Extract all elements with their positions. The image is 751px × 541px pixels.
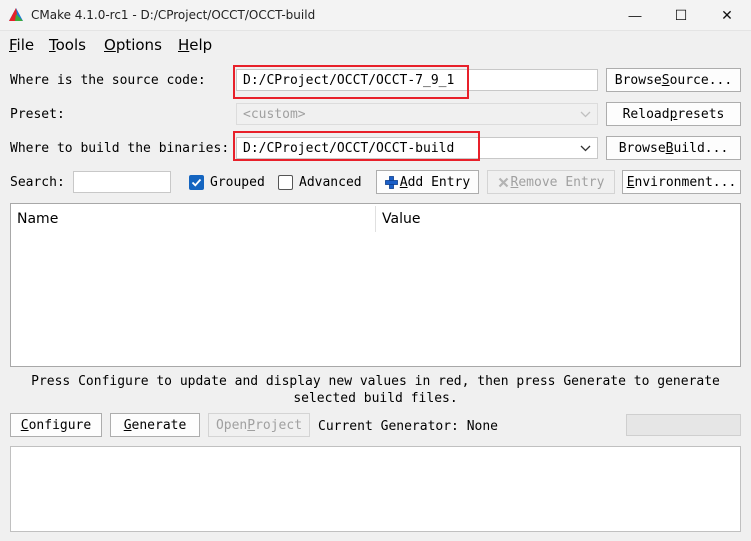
close-button[interactable]: ✕ — [704, 0, 750, 31]
menu-options[interactable]: Options — [104, 36, 162, 54]
grouped-checkbox[interactable] — [189, 175, 204, 190]
advanced-label[interactable]: Advanced — [299, 175, 362, 190]
menu-file[interactable]: File — [9, 36, 34, 54]
column-header-value[interactable]: Value — [382, 211, 420, 227]
menu-tools[interactable]: Tools — [49, 36, 86, 54]
build-highlight-box — [233, 131, 480, 161]
plus-icon — [384, 175, 398, 189]
source-highlight-box — [233, 65, 469, 99]
preset-value: <custom> — [243, 107, 306, 122]
configure-button[interactable]: Configure — [10, 413, 102, 437]
checkmark-icon — [191, 178, 202, 187]
column-divider[interactable] — [375, 206, 376, 232]
status-message-line-2: selected build files. — [293, 391, 458, 406]
build-label: Where to build the binaries: — [10, 141, 230, 156]
current-generator-label: Current Generator: None — [318, 419, 499, 434]
maximize-button[interactable]: ☐ — [658, 0, 704, 31]
chevron-down-icon[interactable] — [580, 145, 591, 152]
preset-select[interactable]: <custom> — [236, 103, 598, 125]
grouped-label[interactable]: Grouped — [210, 175, 265, 190]
add-entry-button[interactable]: Add Entry — [376, 170, 479, 194]
chevron-down-icon — [580, 111, 591, 118]
remove-entry-button[interactable]: Remove Entry — [487, 170, 615, 194]
reload-presets-button[interactable]: Reload p resets — [606, 102, 741, 126]
search-label: Search: — [10, 175, 65, 190]
table-header: Name Value — [11, 204, 740, 234]
generate-button[interactable]: Generate — [110, 413, 200, 437]
advanced-checkbox[interactable] — [278, 175, 293, 190]
preset-label: Preset: — [10, 107, 65, 122]
environment-button[interactable]: Environment... — [622, 170, 741, 194]
menu-bar: File Tools Options Help — [0, 32, 751, 58]
maximize-icon: ☐ — [674, 7, 688, 24]
search-input[interactable] — [73, 171, 171, 193]
open-project-button[interactable]: Open Project — [208, 413, 310, 437]
menu-help[interactable]: Help — [178, 36, 212, 54]
output-log[interactable] — [10, 446, 741, 532]
column-header-name[interactable]: Name — [17, 211, 58, 227]
close-icon: ✕ — [721, 7, 733, 24]
remove-icon — [498, 177, 508, 187]
source-label: Where is the source code: — [10, 73, 206, 88]
minimize-button[interactable]: — — [612, 0, 658, 31]
cmake-logo-icon — [9, 8, 23, 21]
cache-table[interactable]: Name Value — [10, 203, 741, 367]
title-bar: CMake 4.1.0-rc1 - D:/CProject/OCCT/OCCT-… — [0, 0, 751, 31]
progress-bar — [626, 414, 741, 436]
minimize-icon: — — [628, 8, 642, 23]
status-message-line-1: Press Configure to update and display ne… — [31, 374, 720, 389]
browse-source-button[interactable]: Browse Source... — [606, 68, 741, 92]
browse-build-button[interactable]: Browse Build... — [606, 136, 741, 160]
window-title: CMake 4.1.0-rc1 - D:/CProject/OCCT/OCCT-… — [31, 8, 316, 22]
